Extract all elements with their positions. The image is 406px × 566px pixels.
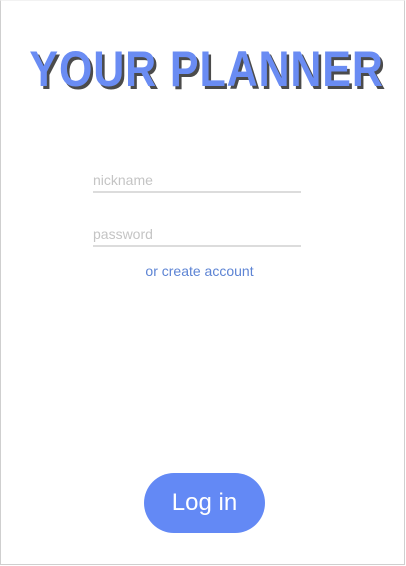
nickname-field-container xyxy=(93,169,301,193)
create-account-link[interactable]: or create account xyxy=(1,263,398,279)
login-button[interactable]: Log in xyxy=(144,473,265,533)
login-screen: YOUR PLANNER or create account Log in xyxy=(0,0,405,565)
app-title: YOUR PLANNER xyxy=(29,41,384,97)
password-field-container xyxy=(93,223,301,247)
password-field[interactable] xyxy=(93,223,301,245)
nickname-field[interactable] xyxy=(93,169,301,191)
